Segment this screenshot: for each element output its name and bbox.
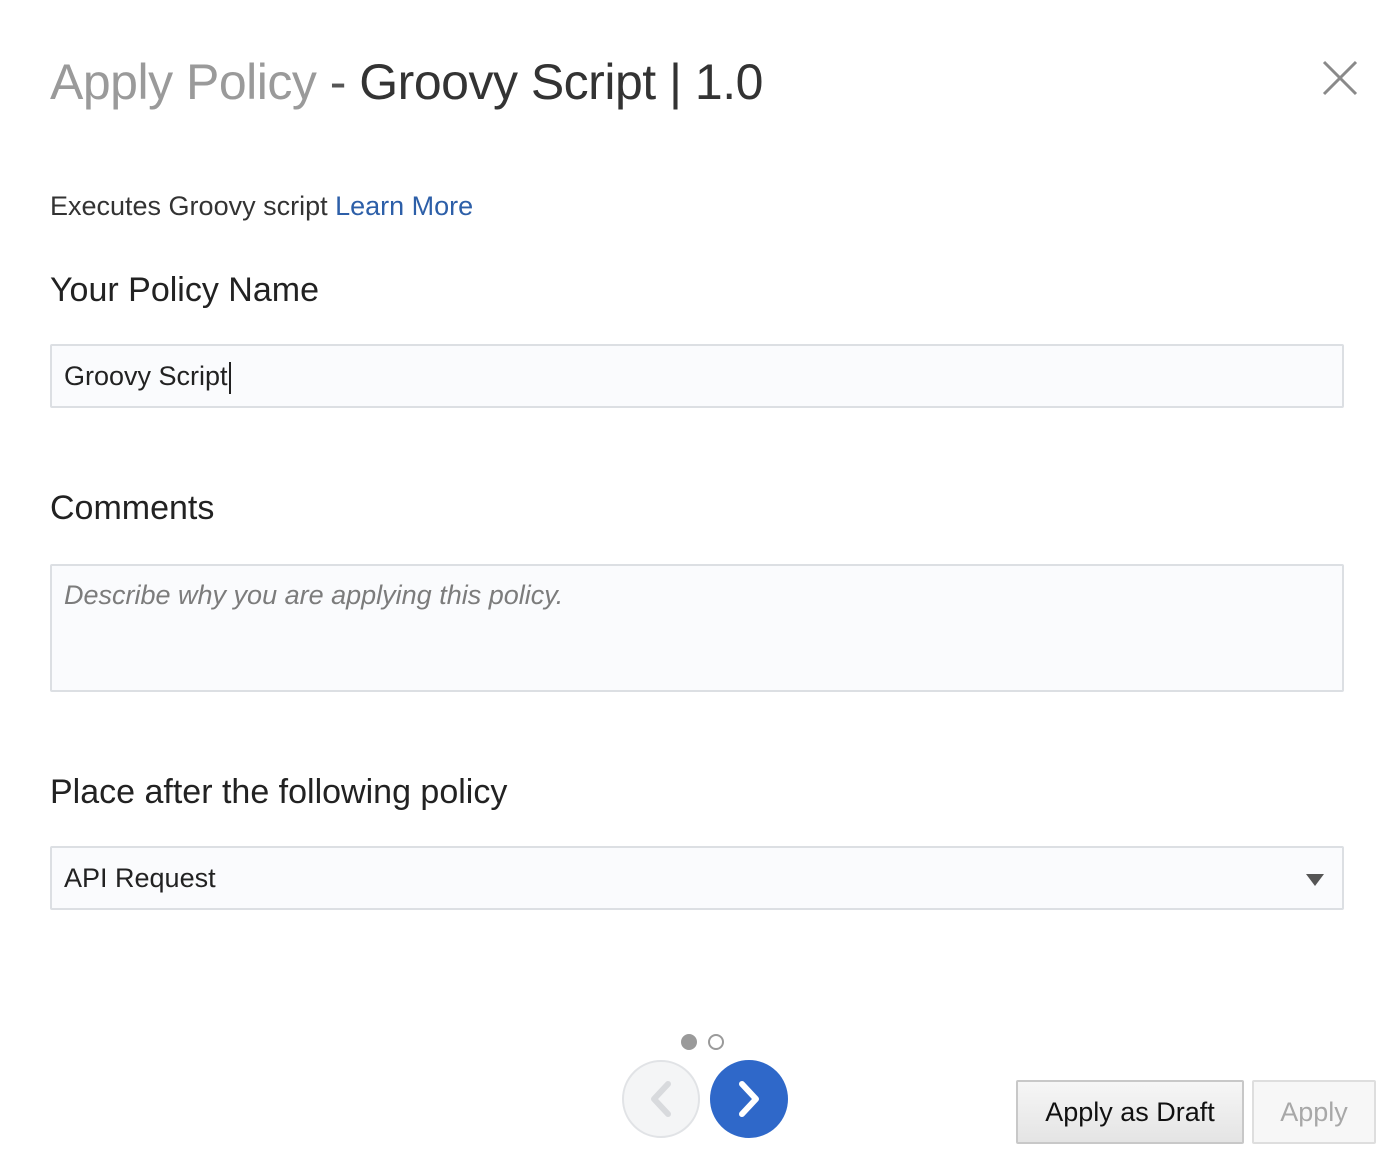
apply-as-draft-button[interactable]: Apply as Draft <box>1016 1080 1244 1144</box>
next-page-button[interactable] <box>710 1060 788 1138</box>
apply-policy-dialog: Apply Policy - Groovy Script | 1.0 Execu… <box>0 0 1392 1168</box>
chevron-right-icon <box>739 1081 759 1117</box>
page-dot-2 <box>708 1034 724 1050</box>
dialog-title: Apply Policy - Groovy Script | 1.0 <box>50 50 763 114</box>
policy-name-input[interactable]: Groovy Script <box>50 344 1344 408</box>
close-icon <box>1322 60 1358 96</box>
apply-button[interactable]: Apply <box>1252 1080 1376 1144</box>
dialog-title-separator: - <box>316 54 360 110</box>
comments-label: Comments <box>50 489 215 527</box>
comments-textarea[interactable]: Describe why you are applying this polic… <box>50 564 1344 692</box>
close-button[interactable] <box>1318 56 1362 100</box>
pagination-dots <box>681 1034 731 1054</box>
placement-label: Place after the following policy <box>50 773 508 811</box>
policy-description: Executes Groovy script Learn More <box>50 189 473 223</box>
chevron-left-icon <box>651 1081 671 1117</box>
previous-page-button[interactable] <box>622 1060 700 1138</box>
caret-down-icon <box>1306 874 1324 886</box>
placement-selected-value: API Request <box>64 863 216 893</box>
page-dot-1 <box>681 1034 697 1050</box>
text-cursor <box>228 361 231 394</box>
dialog-title-prefix: Apply Policy <box>50 54 317 110</box>
dialog-title-policy-name: Groovy Script | 1.0 <box>359 54 763 110</box>
policy-name-label: Your Policy Name <box>50 271 319 309</box>
learn-more-link[interactable]: Learn More <box>335 191 473 221</box>
comments-placeholder: Describe why you are applying this polic… <box>64 580 564 610</box>
description-text: Executes Groovy script <box>50 191 336 221</box>
policy-name-value: Groovy Script <box>64 361 228 391</box>
placement-select[interactable]: API Request <box>50 846 1344 910</box>
